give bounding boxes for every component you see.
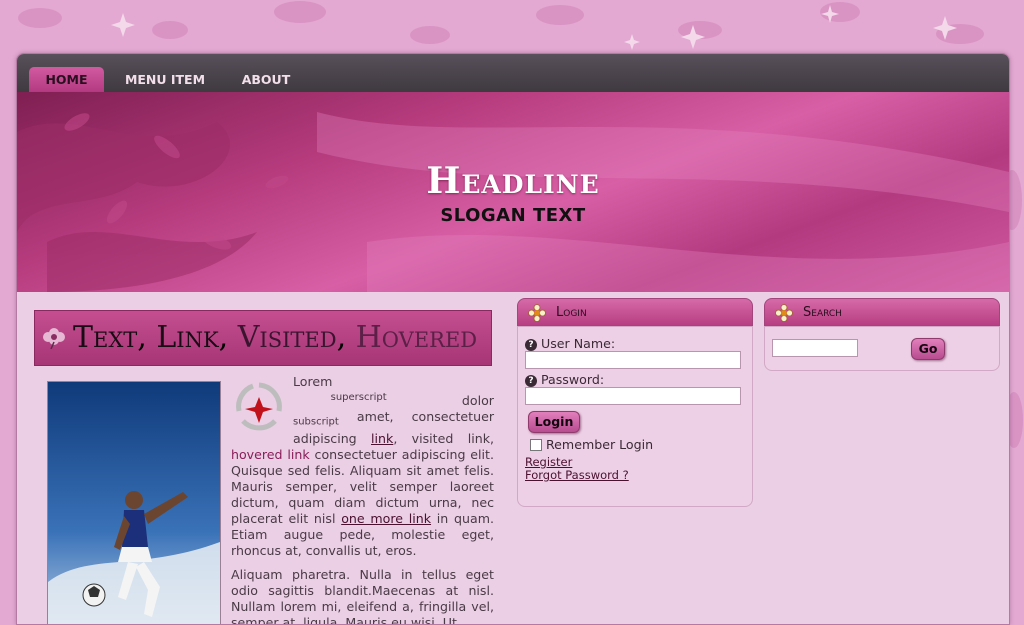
content-heading-bar: Text, Link, Visited, Hovered — [34, 310, 492, 366]
article-visited-link[interactable]: , visited link, — [393, 431, 494, 446]
article-superscript: superscript — [330, 392, 387, 403]
username-label: ? User Name: — [525, 336, 615, 351]
nav-item-menu-item[interactable]: MENU ITEM — [119, 67, 211, 92]
search-box: Go — [764, 326, 1000, 371]
heading-visited[interactable]: Visited — [238, 320, 337, 355]
heading-separator: , — [336, 320, 356, 355]
search-title: Search — [803, 305, 842, 320]
login-box: ? User Name: ? Password: Login Remember Lo… — [517, 326, 753, 507]
heading-text: Text — [73, 320, 138, 355]
login-button[interactable]: Login — [528, 411, 580, 433]
remember-login-checkbox[interactable] — [530, 439, 542, 451]
article-dolor: dolor — [461, 393, 494, 409]
article-lorem: Lorem — [293, 374, 333, 389]
search-go-button[interactable]: Go — [911, 338, 945, 360]
register-link[interactable]: Register — [525, 455, 572, 469]
flower-icon — [775, 304, 793, 322]
search-box-header: Search — [764, 298, 1000, 326]
flower-icon — [528, 304, 546, 322]
heading-separator: , — [218, 320, 238, 355]
article-link[interactable]: link — [371, 431, 393, 446]
header-banner: Headline SLOGAN TEXT — [17, 92, 1009, 292]
top-nav: HOME MENU ITEM ABOUT — [17, 54, 1009, 93]
site-headline: Headline — [426, 160, 600, 202]
help-icon[interactable]: ? — [525, 374, 537, 387]
article-body: Lorem superscript dolor subscript amet, … — [231, 374, 494, 625]
article-paragraph-2: Aliquam pharetra. Nulla in tellus eget o… — [231, 566, 494, 625]
search-input[interactable] — [772, 339, 858, 357]
nav-item-home[interactable]: HOME — [29, 67, 104, 92]
username-input[interactable] — [525, 351, 741, 369]
article-one-more-link[interactable]: one more link — [341, 511, 431, 526]
password-label-text: Password: — [541, 372, 605, 387]
password-label: ? Password: — [525, 372, 604, 387]
heading-hovered[interactable]: Hovered — [356, 320, 477, 355]
logo-icon — [236, 382, 282, 431]
nav-item-about[interactable]: ABOUT — [231, 67, 301, 92]
forgot-password-link[interactable]: Forgot Password ? — [525, 468, 629, 482]
heading-link[interactable]: Link — [156, 320, 218, 355]
flower-icon — [43, 328, 65, 349]
username-label-text: User Name: — [541, 336, 616, 351]
page-container: HOME MENU ITEM ABOUT Headline SLOGAN TEX… — [16, 53, 1010, 625]
article-hovered-link[interactable]: hovered link — [231, 447, 310, 462]
remember-login-label: Remember Login — [546, 437, 654, 452]
help-icon[interactable]: ? — [525, 338, 537, 351]
login-title: Login — [556, 305, 587, 320]
heading-separator: , — [137, 320, 157, 355]
soccer-player-photo — [47, 381, 221, 624]
article-subscript: subscript — [293, 416, 339, 428]
site-slogan: SLOGAN TEXT — [440, 205, 586, 226]
password-input[interactable] — [525, 387, 741, 405]
content-heading: Text, Link, Visited, Hovered — [73, 320, 477, 355]
login-box-header: Login — [517, 298, 753, 326]
